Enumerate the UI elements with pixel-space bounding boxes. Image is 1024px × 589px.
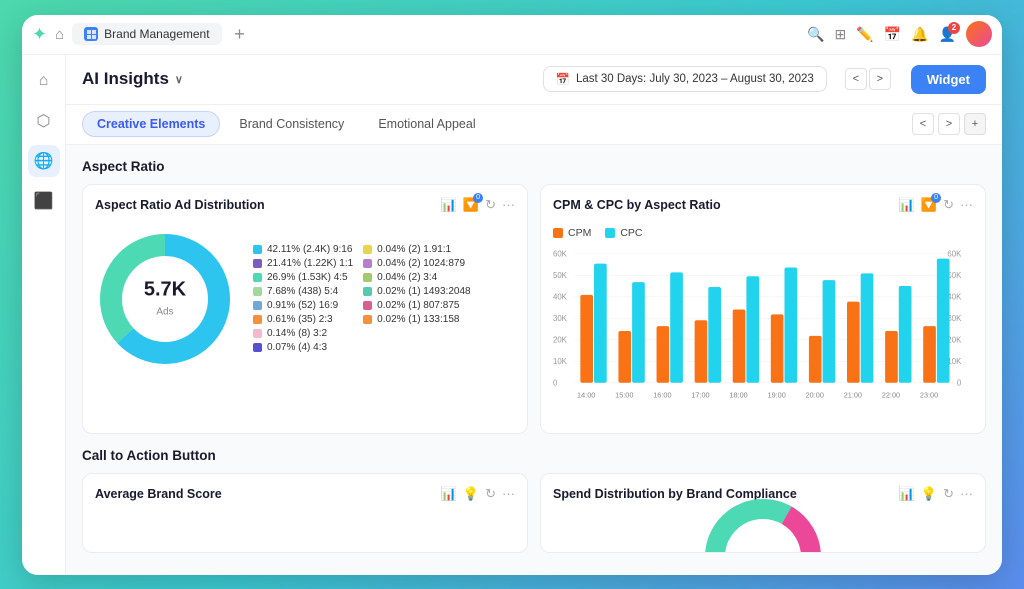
filter-icon-2[interactable]: 🔽 0 [921, 197, 937, 213]
refresh-icon-2[interactable]: ↻ [943, 197, 954, 213]
sidebar-item-globe[interactable]: 🌐 [28, 145, 60, 177]
svg-text:40K: 40K [947, 292, 962, 301]
svg-text:0: 0 [553, 378, 558, 387]
svg-text:18:00: 18:00 [729, 390, 747, 399]
svg-text:20:00: 20:00 [806, 390, 824, 399]
avg-brand-score-title: Average Brand Score [95, 487, 441, 501]
edit-icon[interactable]: ✏️ [856, 26, 873, 43]
svg-text:0: 0 [957, 378, 962, 387]
svg-text:22:00: 22:00 [882, 390, 900, 399]
cpc-legend-label: CPC [620, 227, 642, 239]
tab-prev-button[interactable]: < [912, 113, 934, 135]
more-icon-2[interactable]: ··· [960, 197, 973, 213]
bulb-icon[interactable]: 💡 [463, 486, 479, 502]
bar-chart-icon-3[interactable]: 📊 [441, 486, 457, 502]
svg-text:10K: 10K [947, 357, 962, 366]
tab-brand-consistency[interactable]: Brand Consistency [224, 111, 359, 137]
spend-distribution-card: Spend Distribution by Brand Compliance 📊… [540, 473, 986, 553]
sidebar-item-home[interactable]: ⌂ [28, 65, 60, 97]
chevron-down-icon[interactable]: ∨ [175, 73, 183, 86]
cta-section-title: Call to Action Button [82, 448, 986, 463]
date-range-selector[interactable]: 📅 Last 30 Days: July 30, 2023 – August 3… [543, 66, 827, 92]
cpm-legend-label: CPM [568, 227, 591, 239]
date-prev-button[interactable]: < [845, 68, 867, 90]
refresh-icon-3[interactable]: ↻ [485, 486, 496, 502]
svg-text:14:00: 14:00 [577, 390, 595, 399]
tab-emotional-appeal[interactable]: Emotional Appeal [363, 111, 490, 137]
card-title-distribution: Aspect Ratio Ad Distribution [95, 198, 441, 212]
add-tab-button[interactable]: + [228, 22, 252, 46]
svg-text:16:00: 16:00 [653, 390, 671, 399]
avatar[interactable] [966, 21, 992, 47]
bar-chart-icon[interactable]: 📊 [441, 197, 457, 213]
svg-text:17:00: 17:00 [691, 390, 709, 399]
svg-text:10K: 10K [553, 357, 568, 366]
svg-text:15:00: 15:00 [615, 390, 633, 399]
refresh-icon-4[interactable]: ↻ [943, 486, 954, 502]
page-title: AI Insights ∨ [82, 69, 183, 89]
sidebar: ⌂ ⬡ 🌐 ⬛ [22, 55, 66, 575]
search-icon[interactable]: 🔍 [807, 26, 824, 43]
aspect-ratio-section: Aspect Ratio Aspect Ratio Ad Distributio… [82, 159, 986, 434]
tab-creative-elements[interactable]: Creative Elements [82, 111, 220, 137]
svg-text:20K: 20K [947, 335, 962, 344]
donut-value: 5.7K [144, 278, 186, 301]
bar-chart-svg: 60K 50K 40K 30K 20K 10K 0 60K [553, 247, 973, 412]
date-next-button[interactable]: > [869, 68, 891, 90]
date-range-text: Last 30 Days: July 30, 2023 – August 30,… [576, 73, 814, 85]
active-tab[interactable]: Brand Management [72, 23, 221, 45]
tab-label: Brand Management [104, 27, 209, 41]
bar-chart-icon-2[interactable]: 📊 [899, 197, 915, 213]
widget-button[interactable]: Widget [911, 65, 986, 94]
sidebar-item-library[interactable]: ⬛ [28, 185, 60, 217]
aspect-ratio-distribution-card: Aspect Ratio Ad Distribution 📊 🔽 0 ↻ [82, 184, 528, 434]
calendar-small-icon: 📅 [556, 72, 570, 86]
aspect-ratio-section-title: Aspect Ratio [82, 159, 986, 174]
tab-next-button[interactable]: > [938, 113, 960, 135]
more-icon[interactable]: ··· [502, 197, 515, 213]
svg-text:21:00: 21:00 [844, 390, 862, 399]
svg-text:30K: 30K [947, 314, 962, 323]
svg-text:20K: 20K [553, 335, 568, 344]
svg-text:60K: 60K [553, 249, 568, 258]
home-icon[interactable]: ⌂ [55, 26, 64, 43]
more-icon-4[interactable]: ··· [960, 486, 973, 502]
more-icon-3[interactable]: ··· [502, 486, 515, 502]
bulb-icon-2[interactable]: 💡 [921, 486, 937, 502]
filter-icon[interactable]: 🔽 0 [463, 197, 479, 213]
bar-chart-icon-4[interactable]: 📊 [899, 486, 915, 502]
svg-text:50K: 50K [553, 271, 568, 280]
donut-label: Ads [156, 306, 173, 317]
average-brand-score-card: Average Brand Score 📊 💡 ↻ ··· [82, 473, 528, 553]
card-title-cpm-cpc: CPM & CPC by Aspect Ratio [553, 198, 899, 212]
svg-text:40K: 40K [553, 292, 568, 301]
notification-icon[interactable]: 👤2 [939, 26, 956, 43]
cpm-cpc-card: CPM & CPC by Aspect Ratio 📊 🔽 0 ↻ [540, 184, 986, 434]
svg-text:60K: 60K [947, 249, 962, 258]
svg-text:19:00: 19:00 [768, 390, 786, 399]
tab-add-button[interactable]: + [964, 113, 986, 135]
app-logo-icon: ✦ [32, 24, 47, 45]
svg-text:23:00: 23:00 [920, 390, 938, 399]
refresh-icon[interactable]: ↻ [485, 197, 496, 213]
svg-text:30K: 30K [553, 314, 568, 323]
sidebar-item-analytics[interactable]: ⬡ [28, 105, 60, 137]
svg-text:50K: 50K [947, 271, 962, 280]
bell-icon[interactable]: 🔔 [911, 26, 928, 43]
grid-icon[interactable]: ⊞ [835, 26, 847, 43]
calendar-icon[interactable]: 📅 [884, 26, 901, 43]
cta-section: Call to Action Button Average Brand Scor… [82, 448, 986, 553]
